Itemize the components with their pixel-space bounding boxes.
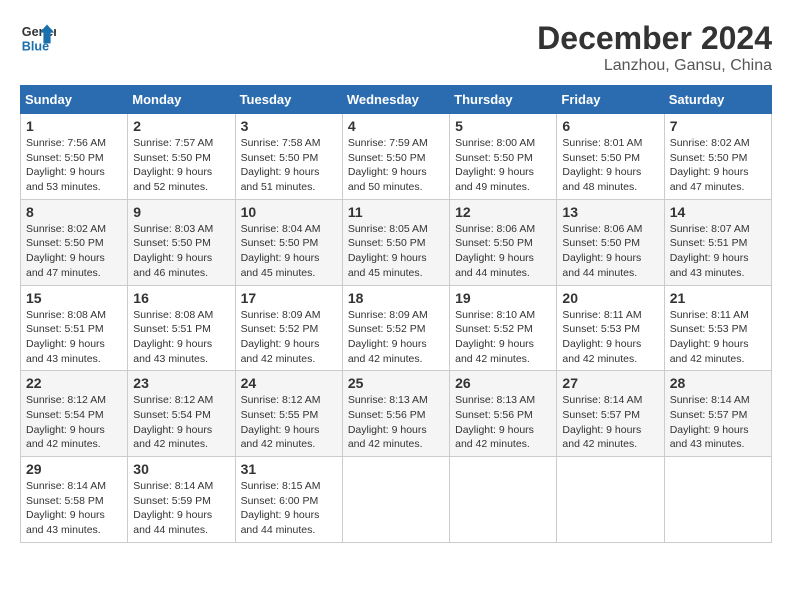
table-row: 16Sunrise: 8:08 AMSunset: 5:51 PMDayligh… [128, 285, 235, 371]
table-row: 5Sunrise: 8:00 AMSunset: 5:50 PMDaylight… [450, 114, 557, 200]
table-row: 12Sunrise: 8:06 AMSunset: 5:50 PMDayligh… [450, 199, 557, 285]
table-row: 26Sunrise: 8:13 AMSunset: 5:56 PMDayligh… [450, 371, 557, 457]
table-row: 1Sunrise: 7:56 AMSunset: 5:50 PMDaylight… [21, 114, 128, 200]
table-row: 28Sunrise: 8:14 AMSunset: 5:57 PMDayligh… [664, 371, 771, 457]
table-row: 4Sunrise: 7:59 AMSunset: 5:50 PMDaylight… [342, 114, 449, 200]
table-row: 15Sunrise: 8:08 AMSunset: 5:51 PMDayligh… [21, 285, 128, 371]
table-row: 23Sunrise: 8:12 AMSunset: 5:54 PMDayligh… [128, 371, 235, 457]
col-monday: Monday [128, 86, 235, 114]
table-row: 31Sunrise: 8:15 AMSunset: 6:00 PMDayligh… [235, 457, 342, 543]
table-row [557, 457, 664, 543]
month-title: December 2024 [537, 20, 772, 57]
table-row: 2Sunrise: 7:57 AMSunset: 5:50 PMDaylight… [128, 114, 235, 200]
table-row: 7Sunrise: 8:02 AMSunset: 5:50 PMDaylight… [664, 114, 771, 200]
table-row: 17Sunrise: 8:09 AMSunset: 5:52 PMDayligh… [235, 285, 342, 371]
table-row: 11Sunrise: 8:05 AMSunset: 5:50 PMDayligh… [342, 199, 449, 285]
logo-icon: General Blue [20, 20, 56, 56]
table-row: 24Sunrise: 8:12 AMSunset: 5:55 PMDayligh… [235, 371, 342, 457]
col-sunday: Sunday [21, 86, 128, 114]
col-saturday: Saturday [664, 86, 771, 114]
location: Lanzhou, Gansu, China [537, 57, 772, 75]
table-row: 27Sunrise: 8:14 AMSunset: 5:57 PMDayligh… [557, 371, 664, 457]
table-row: 9Sunrise: 8:03 AMSunset: 5:50 PMDaylight… [128, 199, 235, 285]
calendar-header-row: Sunday Monday Tuesday Wednesday Thursday… [21, 86, 772, 114]
table-row: 21Sunrise: 8:11 AMSunset: 5:53 PMDayligh… [664, 285, 771, 371]
table-row: 19Sunrise: 8:10 AMSunset: 5:52 PMDayligh… [450, 285, 557, 371]
table-row: 13Sunrise: 8:06 AMSunset: 5:50 PMDayligh… [557, 199, 664, 285]
page-header: General Blue December 2024 Lanzhou, Gans… [20, 20, 772, 75]
table-row: 25Sunrise: 8:13 AMSunset: 5:56 PMDayligh… [342, 371, 449, 457]
logo: General Blue [20, 20, 56, 56]
table-row: 10Sunrise: 8:04 AMSunset: 5:50 PMDayligh… [235, 199, 342, 285]
table-row: 30Sunrise: 8:14 AMSunset: 5:59 PMDayligh… [128, 457, 235, 543]
title-block: December 2024 Lanzhou, Gansu, China [537, 20, 772, 75]
table-row: 14Sunrise: 8:07 AMSunset: 5:51 PMDayligh… [664, 199, 771, 285]
col-friday: Friday [557, 86, 664, 114]
col-wednesday: Wednesday [342, 86, 449, 114]
table-row [664, 457, 771, 543]
table-row [342, 457, 449, 543]
table-row: 18Sunrise: 8:09 AMSunset: 5:52 PMDayligh… [342, 285, 449, 371]
table-row: 20Sunrise: 8:11 AMSunset: 5:53 PMDayligh… [557, 285, 664, 371]
col-tuesday: Tuesday [235, 86, 342, 114]
table-row [450, 457, 557, 543]
table-row: 6Sunrise: 8:01 AMSunset: 5:50 PMDaylight… [557, 114, 664, 200]
table-row: 3Sunrise: 7:58 AMSunset: 5:50 PMDaylight… [235, 114, 342, 200]
table-row: 29Sunrise: 8:14 AMSunset: 5:58 PMDayligh… [21, 457, 128, 543]
table-row: 22Sunrise: 8:12 AMSunset: 5:54 PMDayligh… [21, 371, 128, 457]
table-row: 8Sunrise: 8:02 AMSunset: 5:50 PMDaylight… [21, 199, 128, 285]
col-thursday: Thursday [450, 86, 557, 114]
calendar-table: Sunday Monday Tuesday Wednesday Thursday… [20, 85, 772, 543]
